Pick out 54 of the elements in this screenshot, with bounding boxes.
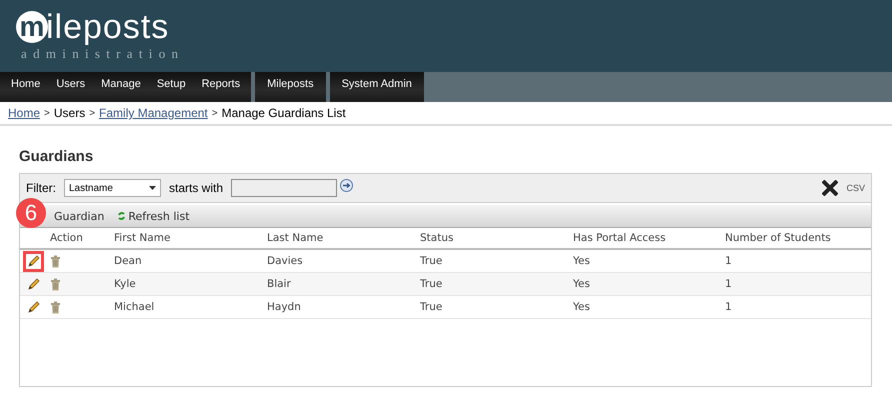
logo-text: ileposts	[46, 10, 170, 44]
csv-button[interactable]: CSV	[846, 183, 865, 193]
trash-icon[interactable]	[50, 254, 61, 268]
column-header[interactable]: First Name	[114, 232, 170, 244]
table-cell: Haydn	[267, 301, 301, 313]
nav-tab[interactable]: System Admin	[332, 72, 421, 96]
breadcrumb-link[interactable]: Home	[8, 106, 40, 120]
trash-icon[interactable]	[50, 278, 61, 290]
column-header[interactable]: Last Name	[267, 232, 324, 244]
table-cell: Yes	[573, 278, 590, 290]
search-field[interactable]	[231, 179, 338, 197]
column-header: Action	[49, 232, 83, 244]
table-cell: 1	[725, 255, 732, 267]
table-cell: 1	[725, 301, 732, 313]
logo-initial: m	[16, 11, 48, 43]
starts-with-label: starts with	[169, 181, 224, 195]
table-cell: Yes	[573, 301, 590, 313]
trash-icon[interactable]	[50, 300, 61, 314]
breadcrumb-link[interactable]: Family Management	[99, 106, 208, 120]
table-cell: Davies	[267, 255, 303, 267]
breadcrumb-separator: >	[89, 108, 96, 118]
table-cell: Yes	[573, 255, 590, 267]
filter-select[interactable]: Lastname	[64, 179, 161, 197]
column-header[interactable]: Number of Students	[725, 232, 831, 244]
nav-tab[interactable]: Mileposts	[258, 72, 323, 96]
nav-tab[interactable]: Reports	[194, 72, 248, 96]
add-guardian-button[interactable]: Guardian	[54, 210, 104, 222]
nav-tab[interactable]: Home	[3, 72, 48, 96]
breadcrumb-separator: >	[212, 108, 218, 118]
table-cell: True	[420, 278, 442, 290]
table-cell: Dean	[114, 255, 142, 267]
nav-tab[interactable]: Manage	[93, 72, 149, 96]
column-header[interactable]: Has Portal Access	[573, 232, 666, 244]
table-cell: True	[420, 301, 442, 313]
filter-label: Filter:	[26, 181, 56, 195]
table-cell: Blair	[267, 278, 291, 290]
column-header[interactable]: Status	[420, 232, 454, 244]
nav-tab[interactable]: Users	[48, 72, 94, 96]
breadcrumb-separator: >	[44, 108, 50, 118]
table-cell: True	[420, 255, 442, 267]
logo-subtitle: administration	[21, 46, 184, 62]
go-icon[interactable]	[340, 178, 354, 192]
breadcrumb-text: Users	[54, 106, 86, 120]
table-cell: 1	[725, 278, 732, 290]
refresh-icon	[118, 212, 126, 220]
nav-tab[interactable]: Setup	[148, 72, 194, 96]
table-cell: Kyle	[114, 278, 136, 290]
dropdown-caret-icon	[149, 186, 156, 190]
refresh-button[interactable]: Refresh list	[118, 210, 190, 222]
table-cell: Michael	[114, 301, 154, 313]
breadcrumb-text: Manage Guardians List	[222, 106, 346, 120]
step-badge: 6	[16, 198, 46, 228]
close-icon[interactable]	[822, 180, 838, 196]
page-title: Guardians	[19, 148, 94, 165]
